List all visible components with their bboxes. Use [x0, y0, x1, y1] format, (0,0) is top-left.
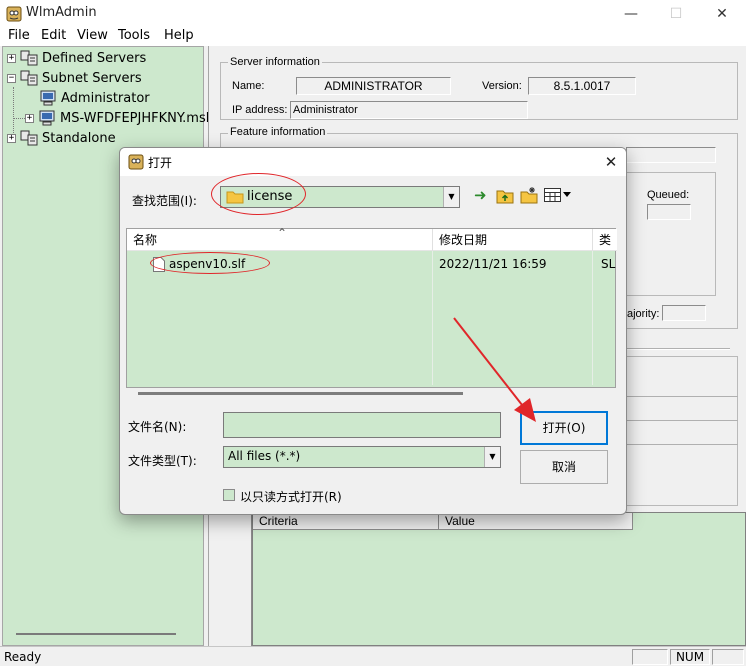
- grid-gutter: [232, 512, 252, 646]
- back-arrow-icon[interactable]: ➜: [474, 186, 487, 204]
- wlmadmin-app-icon: [6, 6, 22, 22]
- maximize-button[interactable]: ☐: [664, 4, 688, 24]
- annotation-ellipse-file: [150, 252, 270, 274]
- criteria-grid[interactable]: Criteria Value: [252, 512, 746, 646]
- menu-bar: File Edit View Tools Help: [0, 26, 746, 46]
- servers-icon: [20, 50, 38, 66]
- file-list-horizontal-scrollbar[interactable]: [138, 392, 463, 395]
- window-title: WlmAdmin: [26, 5, 97, 20]
- minimize-button[interactable]: —: [619, 4, 643, 24]
- sort-ascending-icon: ⌃: [277, 226, 288, 240]
- read-only-label: 以只读方式打开(R): [240, 490, 342, 504]
- tree-item-label: Administrator: [61, 90, 150, 106]
- computer-icon: [39, 110, 55, 126]
- queued-label: Queued:: [647, 189, 690, 201]
- file-modified: 2022/11/21 16:59: [439, 257, 547, 271]
- chevron-down-icon[interactable]: ▼: [484, 447, 500, 467]
- expand-icon[interactable]: +: [7, 53, 16, 63]
- file-type-label: 文件类型(T):: [128, 454, 197, 468]
- divider: [626, 444, 738, 445]
- menu-tools[interactable]: Tools: [118, 28, 150, 43]
- tree-item-ms-server[interactable]: + MS-WFDFEPJHFKNY.msh: [25, 109, 214, 127]
- tree-item-label: Defined Servers: [42, 50, 147, 66]
- ip-address-label: IP address:: [232, 104, 288, 116]
- dialog-title: 打开: [148, 156, 173, 170]
- divider: [626, 420, 738, 421]
- servers-icon: [20, 130, 38, 146]
- menu-view[interactable]: View: [77, 28, 108, 43]
- grid-header-value[interactable]: Value: [439, 513, 633, 530]
- majority-label: ajority:: [627, 308, 660, 320]
- feature-field: [626, 147, 716, 163]
- divider: [626, 348, 730, 350]
- menu-help[interactable]: Help: [164, 28, 194, 43]
- close-button[interactable]: ✕: [710, 4, 734, 24]
- server-name-field: ADMINISTRATOR: [296, 77, 451, 95]
- computer-icon: [40, 90, 56, 106]
- majority-field: [662, 305, 706, 321]
- queued-field: [647, 204, 691, 220]
- tree-horizontal-scrollbar[interactable]: [16, 633, 176, 635]
- num-lock-indicator: NUM: [670, 649, 710, 665]
- file-type-combo[interactable]: All files (*.*) ▼: [223, 446, 501, 468]
- dialog-app-icon: [128, 154, 144, 170]
- tree-item-administrator[interactable]: Administrator: [39, 89, 150, 107]
- status-bar: Ready NUM: [0, 646, 746, 666]
- up-folder-icon[interactable]: [496, 188, 514, 204]
- tree-item-label: Subnet Servers: [42, 70, 142, 86]
- new-folder-icon[interactable]: [520, 186, 538, 204]
- read-only-checkbox[interactable]: [223, 489, 235, 501]
- file-type: SL: [601, 257, 616, 271]
- server-information-title: Server information: [228, 56, 322, 68]
- tree-item-label: MS-WFDFEPJHFKNY.msh: [60, 110, 214, 126]
- grid-header-criteria[interactable]: Criteria: [253, 513, 439, 530]
- status-cell: [632, 649, 668, 665]
- annotation-arrow-icon: [453, 317, 536, 422]
- expand-icon[interactable]: +: [7, 133, 16, 143]
- tree-item-standalone[interactable]: + Standalone: [7, 129, 116, 147]
- ip-address-field: Administrator: [290, 101, 528, 119]
- expand-icon[interactable]: +: [25, 113, 34, 123]
- file-name-label: 文件名(N):: [128, 420, 187, 434]
- open-file-dialog: 打开 ✕ 查找范围(I): license ▼ ➜ 名称 ⌃ 修改日期 类 as…: [119, 147, 627, 515]
- cancel-button[interactable]: 取消: [520, 450, 608, 484]
- menu-file[interactable]: File: [8, 28, 30, 43]
- column-header-modified[interactable]: 修改日期: [433, 229, 593, 251]
- version-label: Version:: [482, 80, 522, 92]
- menu-edit[interactable]: Edit: [41, 28, 66, 43]
- tree-item-label: Standalone: [42, 130, 116, 146]
- annotation-ellipse-look-in: [211, 173, 306, 215]
- status-text: Ready: [4, 650, 42, 664]
- tree-item-subnet-servers[interactable]: − Subnet Servers: [7, 69, 142, 87]
- file-type-value: All files (*.*): [228, 449, 301, 463]
- dialog-title-bar: [120, 148, 626, 176]
- column-header-type[interactable]: 类: [593, 229, 617, 251]
- dialog-close-button[interactable]: ✕: [600, 151, 622, 173]
- feature-information-title: Feature information: [228, 126, 328, 138]
- look-in-label: 查找范围(I):: [132, 194, 197, 208]
- name-label: Name:: [232, 80, 265, 92]
- tree-item-defined-servers[interactable]: + Defined Servers: [7, 49, 146, 67]
- usage-group: [626, 356, 738, 506]
- status-cell: [712, 649, 744, 665]
- chevron-down-icon[interactable]: ▼: [443, 187, 459, 207]
- collapse-icon[interactable]: −: [7, 73, 16, 83]
- servers-icon: [20, 70, 38, 86]
- view-menu-icon[interactable]: [544, 188, 572, 202]
- version-field: 8.5.1.0017: [528, 77, 636, 95]
- divider: [626, 396, 738, 397]
